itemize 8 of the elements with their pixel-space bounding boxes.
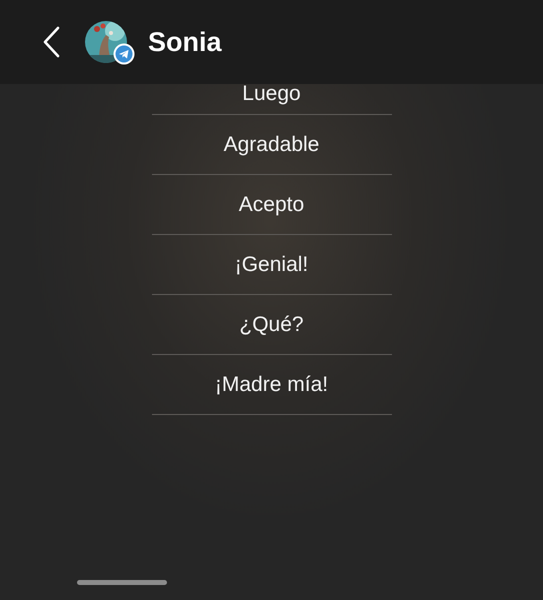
quick-reply-item[interactable]: ¡Genial!: [152, 235, 392, 295]
quick-reply-item[interactable]: ¿Qué?: [152, 295, 392, 355]
paper-plane-icon: [113, 43, 135, 65]
contact-name: Sonia: [148, 26, 222, 58]
quick-reply-item[interactable]: ¡Madre mía!: [152, 355, 392, 415]
quick-reply-item[interactable]: Acepto: [152, 175, 392, 235]
quick-reply-item[interactable]: Luego: [152, 84, 392, 115]
quick-reply-item[interactable]: Agradable: [152, 115, 392, 175]
